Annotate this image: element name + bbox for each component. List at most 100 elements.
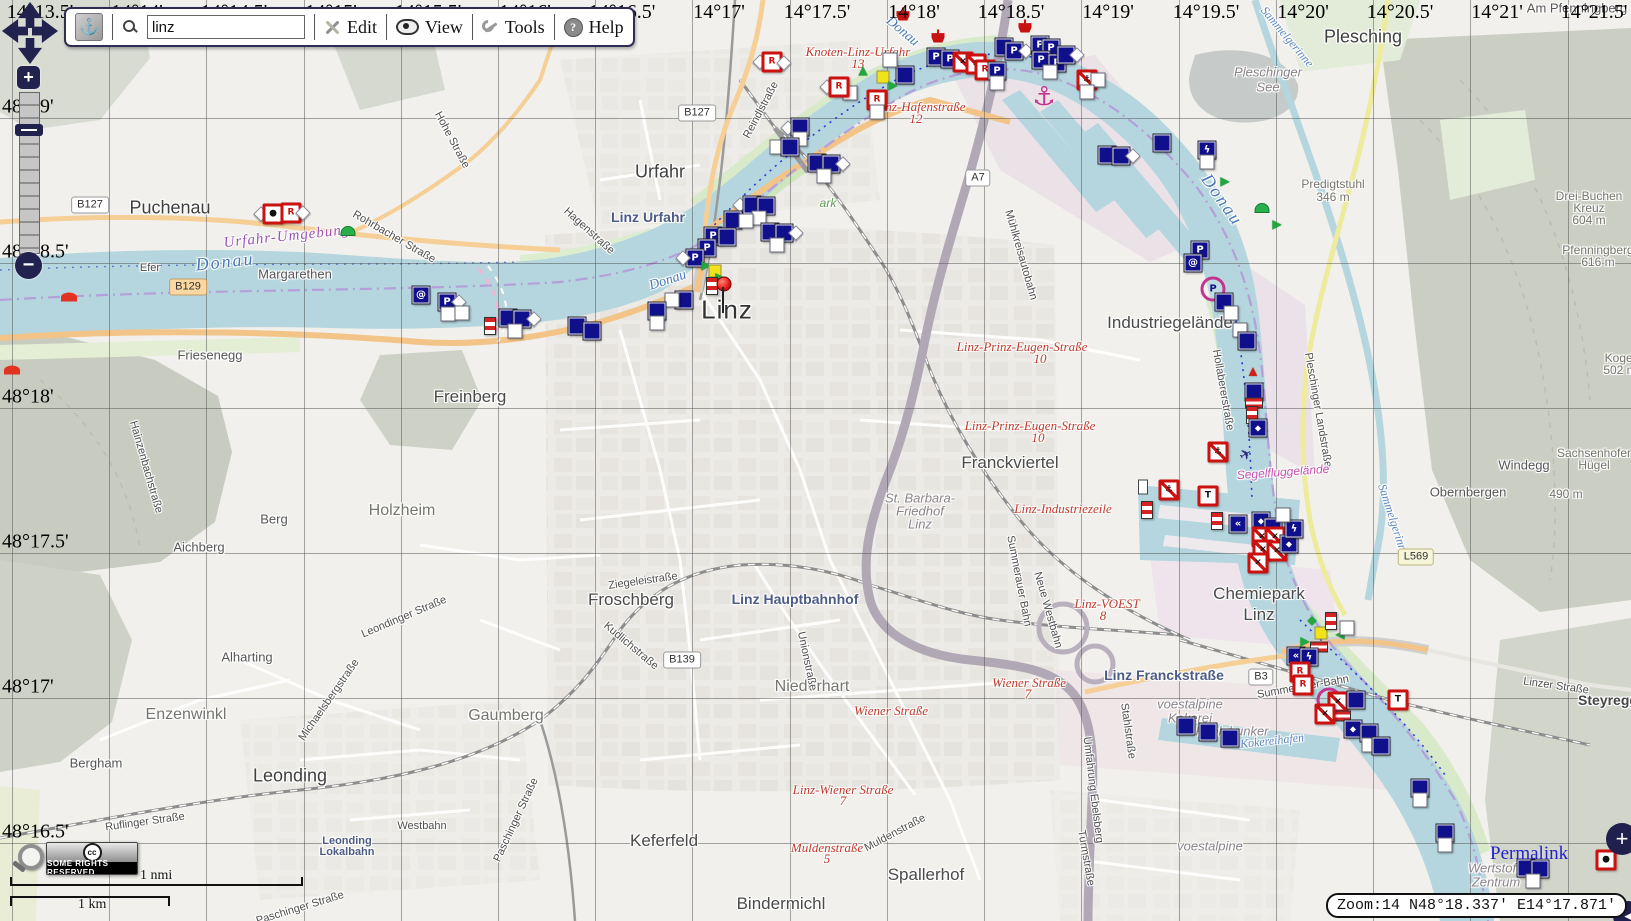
junction-seamark[interactable]: « — [1230, 516, 1247, 533]
no-anchoring-sign-seamark[interactable]: ⚓ — [1159, 480, 1180, 501]
berth-box-seamark[interactable] — [1438, 838, 1453, 853]
red-white-beacon-seamark[interactable] — [1141, 501, 1153, 519]
white-beacon-seamark[interactable] — [1138, 480, 1148, 495]
restriction-sign-seamark[interactable]: T — [1388, 690, 1409, 711]
toolbar-divider — [386, 14, 387, 40]
no-anchoring-sign-seamark[interactable]: ⚓ — [1208, 442, 1229, 463]
map-application: LinzUrfahrLeondingPuchenauPleschingSteyr… — [0, 0, 1631, 921]
berth-box-seamark[interactable] — [441, 307, 456, 322]
green-arrow-seamark[interactable]: ▶ — [1272, 218, 1281, 230]
restriction-sign-seamark[interactable]: T — [1198, 486, 1219, 507]
pan-south-button[interactable] — [18, 38, 42, 64]
restriction-sign-seamark[interactable]: × — [1248, 553, 1269, 574]
menu-edit-label: Edit — [347, 17, 377, 38]
green-diamond-seamark[interactable]: ◆ — [1307, 614, 1316, 626]
berth-box-seamark[interactable] — [455, 306, 470, 321]
no-turning-sign-seamark[interactable]: R — [1293, 675, 1314, 696]
berth-seamark[interactable] — [1348, 692, 1365, 709]
red-white-beacon-seamark[interactable] — [1211, 512, 1223, 530]
berth-seamark[interactable] — [782, 139, 799, 156]
menu-help[interactable]: ? Help — [564, 17, 624, 38]
main-toolbar: ⚓ Edit View Tools ? Help — [64, 7, 635, 47]
menu-view-label: View — [425, 17, 463, 38]
map-canvas[interactable] — [0, 0, 1631, 921]
green-cone-buoy[interactable]: ▲ — [858, 64, 867, 76]
app-logo-icon[interactable]: ⚓ — [75, 13, 103, 41]
menu-edit[interactable]: Edit — [324, 17, 377, 38]
zoom-in-alt-button[interactable]: + — [1606, 823, 1631, 855]
red-buoy[interactable] — [4, 366, 20, 375]
overhead-cable-seamark[interactable]: ϟ — [1286, 521, 1303, 538]
berth-seamark[interactable] — [1239, 333, 1256, 350]
berth-box-seamark[interactable] — [883, 53, 898, 68]
turning-basin-seamark[interactable]: @ — [413, 287, 430, 304]
diamond-seamark[interactable]: ◆ — [1250, 420, 1267, 437]
berth-seamark[interactable] — [1222, 730, 1239, 747]
berth-box-seamark[interactable] — [770, 238, 785, 253]
pan-zoom-control: + − — [2, 2, 60, 292]
crossed-tools-icon — [324, 19, 341, 36]
anchorage-seamark[interactable]: ⚓ — [1032, 84, 1055, 110]
wrench-icon — [482, 19, 499, 36]
search-result-pin[interactable] — [717, 277, 732, 292]
toolbar-divider — [472, 14, 473, 40]
berth-box-seamark[interactable] — [1043, 65, 1058, 80]
cc-rights-label: SOME RIGHTS RESERVED — [47, 862, 137, 874]
berth-box-seamark[interactable] — [508, 324, 523, 339]
berth-box-seamark[interactable] — [650, 316, 665, 331]
green-arrow-seamark[interactable]: ▶ — [1300, 635, 1309, 647]
green-buoy[interactable] — [341, 226, 356, 236]
diamond-seamark[interactable]: ◆ — [1281, 536, 1298, 553]
berth-box-seamark[interactable] — [1080, 85, 1095, 100]
zoom-slider-handle[interactable] — [15, 124, 43, 136]
pan-north-button[interactable] — [18, 2, 42, 28]
green-arrow-seamark[interactable]: ▶ — [1220, 175, 1229, 187]
berth-seamark[interactable] — [719, 229, 736, 246]
no-turning-sign-seamark[interactable]: R — [829, 77, 850, 98]
permalink-link[interactable]: Permalink — [1490, 843, 1568, 865]
berth-box-seamark[interactable] — [1526, 874, 1541, 889]
berth-box-seamark[interactable] — [1276, 508, 1291, 523]
zoom-slider-track[interactable] — [19, 92, 40, 254]
search-result-pin-stem[interactable] — [722, 287, 724, 313]
diamond-seamark[interactable]: ◆ — [1345, 721, 1362, 738]
berth-box-seamark[interactable] — [739, 214, 754, 229]
berth-box-seamark[interactable] — [1200, 155, 1215, 170]
search-input[interactable] — [147, 15, 305, 39]
red-white-beacon-seamark[interactable] — [484, 317, 496, 335]
red-buoy[interactable] — [61, 293, 77, 302]
pan-west-button[interactable] — [2, 19, 28, 43]
berth-box-seamark[interactable] — [870, 105, 885, 120]
berth-seamark[interactable] — [897, 67, 914, 84]
berth-box-seamark[interactable] — [1413, 793, 1428, 808]
berth-box-seamark[interactable] — [1340, 621, 1355, 636]
magnifier-icon[interactable] — [12, 842, 48, 878]
zoom-out-button[interactable]: − — [15, 252, 42, 279]
berth-box-seamark[interactable] — [990, 76, 1005, 91]
toolbar-divider — [554, 14, 555, 40]
menu-tools[interactable]: Tools — [482, 17, 545, 38]
menu-tools-label: Tools — [505, 17, 545, 38]
red-topmark-seamark[interactable]: ▲ — [1249, 366, 1257, 377]
cc-license-badge[interactable]: cc SOME RIGHTS RESERVED — [46, 842, 138, 875]
help-icon: ? — [564, 18, 583, 37]
search-icon — [122, 19, 138, 35]
menu-view[interactable]: View — [396, 17, 463, 38]
restriction-sign-seamark[interactable]: × — [1315, 704, 1336, 725]
pan-east-button[interactable] — [32, 19, 58, 43]
berth-seamark[interactable] — [1200, 724, 1217, 741]
turning-basin-seamark[interactable]: @ — [1185, 255, 1202, 272]
green-buoy[interactable] — [1255, 203, 1270, 213]
berth-box-seamark[interactable] — [665, 293, 680, 308]
zoom-in-button[interactable]: + — [17, 66, 40, 89]
status-coordinates: Zoom:14 N48°18.337' E14°17.871' — [1326, 893, 1627, 918]
toolbar-divider — [112, 14, 113, 40]
berth-seamark[interactable] — [1178, 718, 1195, 735]
toolbar-divider — [314, 14, 315, 40]
berth-seamark[interactable] — [1373, 738, 1390, 755]
berth-box-seamark[interactable] — [1224, 306, 1239, 321]
berth-seamark[interactable] — [584, 323, 601, 340]
berth-seamark[interactable] — [1154, 135, 1171, 152]
menu-help-label: Help — [589, 17, 624, 38]
berth-box-seamark[interactable] — [817, 169, 832, 184]
